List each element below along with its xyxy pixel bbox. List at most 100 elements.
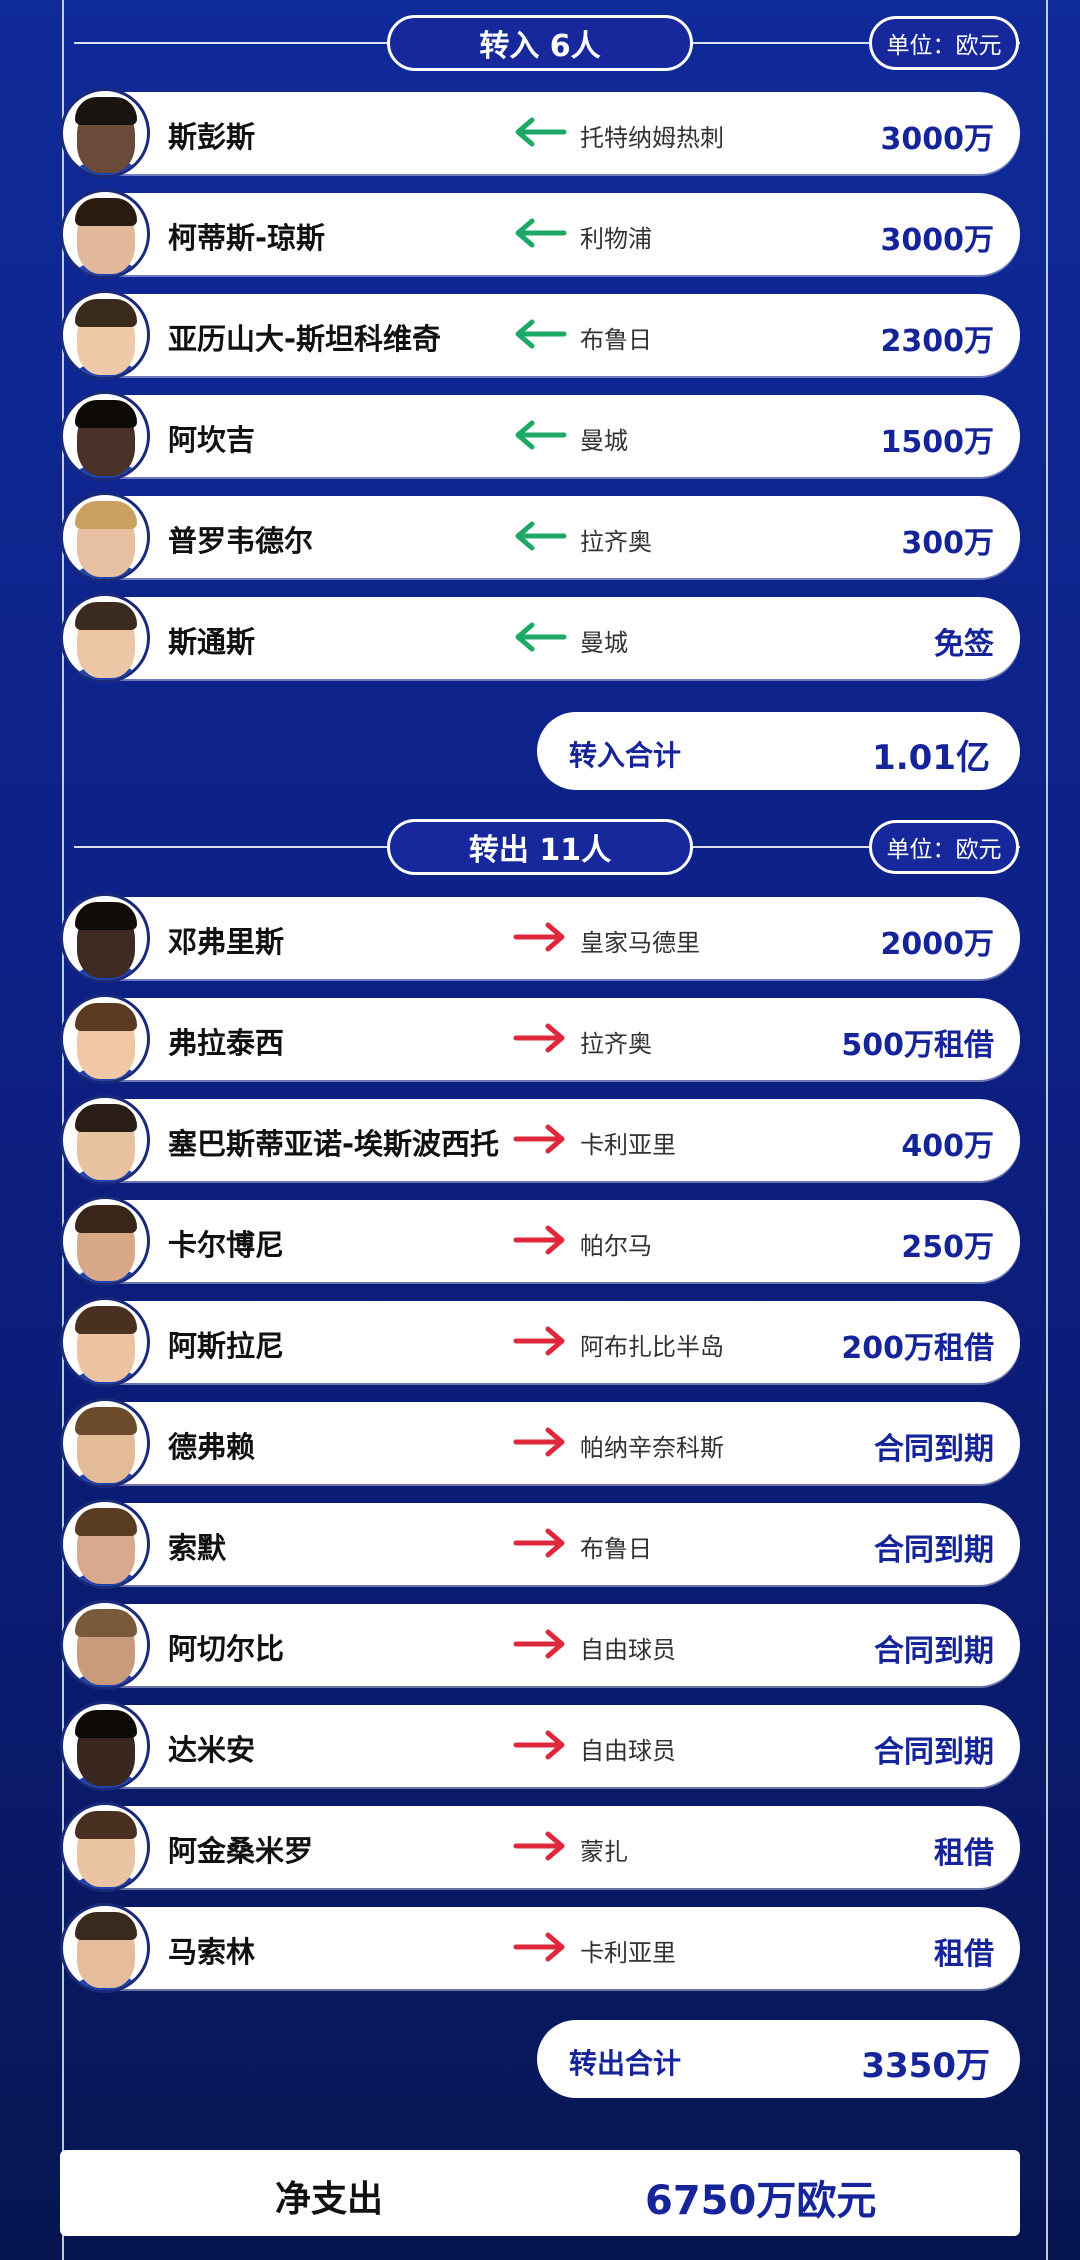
transfer-fee: 租借 bbox=[934, 1836, 994, 1871]
player-avatar bbox=[60, 1499, 150, 1589]
player-avatar bbox=[60, 1903, 150, 1993]
club-name: 卡利亚里 bbox=[580, 1131, 676, 1159]
player-avatar bbox=[60, 1398, 150, 1488]
arrow-left-icon bbox=[515, 420, 567, 450]
arrow-right-icon bbox=[513, 1528, 565, 1558]
net-spend-label: 净支出 bbox=[275, 2179, 384, 2220]
club-name: 自由球员 bbox=[580, 1737, 676, 1765]
transfer-fee: 2000万 bbox=[880, 927, 995, 962]
club-name: 帕尔马 bbox=[580, 1232, 652, 1260]
transfer-fee: 2300万 bbox=[880, 324, 995, 359]
player-avatar bbox=[60, 1802, 150, 1892]
arrow-right-icon bbox=[513, 1225, 565, 1255]
player-avatar bbox=[60, 88, 150, 178]
club-name: 皇家马德里 bbox=[580, 929, 700, 957]
club-name: 布鲁日 bbox=[580, 326, 652, 354]
club-name: 拉齐奥 bbox=[580, 528, 652, 556]
net-spend-box: 净支出 6750万欧元 bbox=[60, 2150, 1020, 2236]
arrow-right-icon bbox=[513, 1831, 565, 1861]
player-row: 达米安 自由球员 合同到期 bbox=[60, 1701, 1020, 1791]
club-name: 卡利亚里 bbox=[580, 1939, 676, 1967]
player-name: 阿金桑米罗 bbox=[168, 1834, 314, 1868]
player-name: 达米安 bbox=[168, 1733, 256, 1767]
player-avatar bbox=[60, 1701, 150, 1791]
player-avatar bbox=[60, 893, 150, 983]
club-name: 曼城 bbox=[580, 427, 628, 455]
player-name: 亚历山大-斯坦科维奇 bbox=[168, 322, 442, 356]
arrow-right-icon bbox=[513, 1326, 565, 1356]
transfer-fee: 400万 bbox=[901, 1129, 994, 1164]
player-name: 阿斯拉尼 bbox=[168, 1329, 285, 1363]
player-row: 阿斯拉尼 阿布扎比半岛 200万租借 bbox=[60, 1297, 1020, 1387]
arrow-left-icon bbox=[515, 218, 567, 248]
club-name: 拉齐奥 bbox=[580, 1030, 652, 1058]
player-avatar bbox=[60, 1095, 150, 1185]
player-row: 卡尔博尼 帕尔马 250万 bbox=[60, 1196, 1020, 1286]
arrow-left-icon bbox=[515, 622, 567, 652]
player-name: 柯蒂斯-琼斯 bbox=[168, 221, 326, 255]
arrow-right-icon bbox=[513, 922, 565, 952]
in-section-title: 转入 6人 bbox=[387, 15, 693, 71]
player-avatar bbox=[60, 593, 150, 683]
transfer-fee: 3000万 bbox=[880, 122, 995, 157]
player-name: 弗拉泰西 bbox=[168, 1026, 285, 1060]
club-name: 帕纳辛奈科斯 bbox=[580, 1434, 724, 1462]
arrow-right-icon bbox=[513, 1932, 565, 1962]
arrow-right-icon bbox=[513, 1730, 565, 1760]
player-avatar bbox=[60, 994, 150, 1084]
player-name: 阿坎吉 bbox=[168, 423, 256, 457]
player-avatar bbox=[60, 1196, 150, 1286]
player-row: 斯通斯 曼城 免签 bbox=[60, 593, 1020, 683]
player-name: 斯通斯 bbox=[168, 625, 256, 659]
transfer-fee: 合同到期 bbox=[874, 1634, 994, 1669]
player-name: 卡尔博尼 bbox=[168, 1228, 285, 1262]
arrow-left-icon bbox=[515, 521, 567, 551]
player-row: 阿切尔比 自由球员 合同到期 bbox=[60, 1600, 1020, 1690]
net-spend-value: 6750万欧元 bbox=[645, 2178, 877, 2224]
player-row: 德弗赖 帕纳辛奈科斯 合同到期 bbox=[60, 1398, 1020, 1488]
transfer-fee: 300万 bbox=[901, 526, 994, 561]
player-name: 马索林 bbox=[168, 1935, 256, 1969]
transfer-fee: 250万 bbox=[901, 1230, 994, 1265]
player-name: 斯彭斯 bbox=[168, 120, 256, 154]
club-name: 阿布扎比半岛 bbox=[580, 1333, 724, 1361]
player-row: 邓弗里斯 皇家马德里 2000万 bbox=[60, 893, 1020, 983]
player-avatar bbox=[60, 391, 150, 481]
transfer-fee: 合同到期 bbox=[874, 1533, 994, 1568]
arrow-left-icon bbox=[515, 319, 567, 349]
club-name: 自由球员 bbox=[580, 1636, 676, 1664]
arrow-right-icon bbox=[513, 1427, 565, 1457]
player-row: 斯彭斯 托特纳姆热刺 3000万 bbox=[60, 88, 1020, 178]
player-row: 马索林 卡利亚里 租借 bbox=[60, 1903, 1020, 1993]
player-avatar bbox=[60, 1600, 150, 1690]
transfer-fee: 1500万 bbox=[880, 425, 995, 460]
player-name: 索默 bbox=[168, 1531, 227, 1565]
club-name: 托特纳姆热刺 bbox=[580, 124, 724, 152]
player-row: 索默 布鲁日 合同到期 bbox=[60, 1499, 1020, 1589]
arrow-right-icon bbox=[513, 1124, 565, 1154]
club-name: 布鲁日 bbox=[580, 1535, 652, 1563]
player-row: 塞巴斯蒂亚诺-埃斯波西托 卡利亚里 400万 bbox=[60, 1095, 1020, 1185]
transfer-fee: 租借 bbox=[934, 1937, 994, 1972]
out-section-title: 转出 11人 bbox=[387, 819, 693, 875]
player-avatar bbox=[60, 1297, 150, 1387]
transfer-fee: 3000万 bbox=[880, 223, 995, 258]
in-unit-label: 单位：欧元 bbox=[869, 16, 1019, 70]
player-name: 邓弗里斯 bbox=[168, 925, 285, 959]
transfer-fee: 200万租借 bbox=[841, 1331, 994, 1366]
arrow-right-icon bbox=[513, 1629, 565, 1659]
player-row: 普罗韦德尔 拉齐奥 300万 bbox=[60, 492, 1020, 582]
out-total-value: 3350万 bbox=[861, 2046, 990, 2086]
arrow-left-icon bbox=[515, 117, 567, 147]
player-avatar bbox=[60, 492, 150, 582]
club-name: 曼城 bbox=[580, 629, 628, 657]
in-total-box: 转入合计 1.01亿 bbox=[537, 712, 1020, 790]
in-total-label: 转入合计 bbox=[569, 739, 682, 772]
transfer-fee: 合同到期 bbox=[874, 1735, 994, 1770]
club-name: 利物浦 bbox=[580, 225, 652, 253]
player-row: 亚历山大-斯坦科维奇 布鲁日 2300万 bbox=[60, 290, 1020, 380]
player-row: 柯蒂斯-琼斯 利物浦 3000万 bbox=[60, 189, 1020, 279]
player-name: 德弗赖 bbox=[168, 1430, 256, 1464]
out-total-box: 转出合计 3350万 bbox=[537, 2020, 1020, 2098]
player-name: 普罗韦德尔 bbox=[168, 524, 314, 558]
